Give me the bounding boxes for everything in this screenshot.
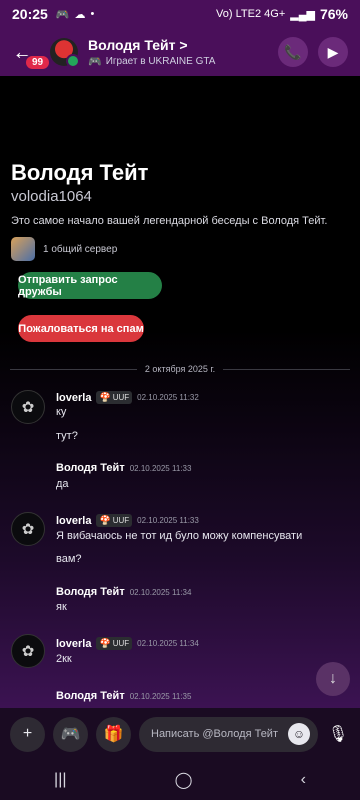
gift-icon: 🎁	[103, 726, 124, 743]
notification-icons: 🎮 ☁ •	[56, 8, 95, 21]
add-attachment-button[interactable]: +	[10, 716, 45, 752]
activity-status: 🎮 Играет в UKRAINE GTA	[88, 55, 268, 68]
header-username[interactable]: Володя Тейт >	[88, 37, 268, 53]
message-author[interactable]: loverla	[56, 515, 91, 527]
server-tag[interactable]: 🍄 UUF	[96, 514, 133, 527]
server-tag[interactable]: 🍄 UUF	[96, 391, 133, 404]
gamepad-icon: 🎮	[60, 726, 81, 743]
more-dot-icon: •	[90, 7, 95, 20]
activities-button[interactable]: 🎮	[53, 716, 88, 752]
message-timestamp: 02.10.2025 11:34	[137, 639, 199, 648]
message-header: Володя Тейт 02.10.2025 11:33	[56, 462, 191, 474]
unread-badge: 99	[24, 54, 52, 71]
message-author[interactable]: Володя Тейт	[56, 690, 125, 702]
send-friend-request-button[interactable]: Отправить запрос дружбы	[18, 272, 162, 299]
message-text[interactable]: ку	[56, 406, 66, 418]
activity-text: Играет в UKRAINE GTA	[105, 55, 216, 67]
message-text[interactable]: 2кк	[56, 653, 72, 665]
message-timestamp: 02.10.2025 11:35	[129, 691, 192, 701]
status-right: Vo) LTE2 4G+ ▂▄▆ 76%	[216, 6, 348, 22]
signal-icon: ▂▄▆	[290, 8, 315, 21]
mushroom-icon: 🍄	[99, 638, 111, 648]
mushroom-icon: 🍄	[99, 392, 111, 402]
message-input[interactable]: Написать @Володя Тейт ☺	[139, 716, 318, 752]
message-author[interactable]: loverla	[56, 392, 91, 404]
report-spam-button[interactable]: Пожаловаться на спам	[18, 315, 144, 342]
message-header: loverla 🍄 UUF 02.10.2025 11:33	[56, 514, 199, 527]
date-divider: 2 октября 2025 г.	[10, 362, 350, 376]
message-header: loverla 🍄 UUF 02.10.2025 11:34	[56, 637, 199, 650]
message-composer: + 🎮 🎁 Написать @Володя Тейт ☺ 🎙	[0, 708, 360, 760]
cloud-icon: ☁	[74, 8, 86, 21]
emoji-icon[interactable]: ☺	[288, 723, 310, 745]
video-call-button[interactable]: ▶	[318, 37, 348, 67]
avatar[interactable]: ✿	[11, 634, 45, 668]
chat-header: ← 99 Володя Тейт > 🎮 Играет в UKRAINE GT…	[0, 28, 360, 76]
plus-icon: +	[22, 725, 33, 742]
microphone-icon[interactable]: 🎙	[326, 724, 350, 744]
message-header: Володя Тейт 02.10.2025 11:35	[56, 690, 191, 702]
message-text[interactable]: да	[56, 478, 69, 490]
gift-button[interactable]: 🎁	[96, 716, 131, 752]
video-camera-icon: ▶	[327, 43, 339, 60]
avatar[interactable]: ✿	[11, 390, 45, 424]
avatar[interactable]: ✿	[11, 512, 45, 546]
message-placeholder[interactable]: Написать @Володя Тейт	[151, 728, 288, 740]
system-nav-bar: ||| ◯ ‹	[0, 760, 360, 800]
gamepad-icon: 🎮	[88, 55, 102, 68]
header-user-info[interactable]: Володя Тейт > 🎮 Играет в UKRAINE GTA	[88, 37, 268, 68]
mutual-servers[interactable]: 1 общий сервер	[11, 237, 351, 261]
server-icon	[11, 237, 35, 261]
back-icon[interactable]: ‹	[301, 771, 306, 789]
message-timestamp: 02.10.2025 11:32	[137, 393, 199, 402]
mutual-servers-label: 1 общий сервер	[43, 243, 118, 255]
message-header: Володя Тейт 02.10.2025 11:34	[56, 586, 191, 598]
home-icon[interactable]: ◯	[175, 770, 193, 790]
recent-apps-icon[interactable]: |||	[54, 771, 66, 789]
message-timestamp: 02.10.2025 11:34	[129, 587, 192, 597]
network-indicator: Vo) LTE2 4G+	[216, 8, 286, 20]
game-controller-icon: 🎮	[55, 8, 70, 21]
battery-level: 76%	[319, 6, 348, 22]
message-author[interactable]: Володя Тейт	[56, 462, 125, 474]
arrow-down-icon: ↓	[329, 670, 337, 687]
message-text[interactable]: як	[56, 601, 67, 613]
message-text[interactable]: Я вибачаюсь не тот ид було можу компенсу…	[56, 530, 302, 542]
message-timestamp: 02.10.2025 11:33	[129, 463, 192, 473]
message-author[interactable]: Володя Тейт	[56, 586, 125, 598]
intro-username: volodia1064	[11, 188, 92, 205]
divider-line	[10, 368, 137, 370]
status-bar: 20:25 🎮 ☁ • Vo) LTE2 4G+ ▂▄▆ 76%	[0, 0, 360, 28]
conversation-intro: Володя Тейт volodia1064 Это самое начало…	[11, 160, 351, 261]
intro-display-name: Володя Тейт	[11, 160, 149, 185]
phone-call-icon: 📞	[284, 43, 302, 60]
server-tag[interactable]: 🍄 UUF	[96, 637, 133, 650]
message-author[interactable]: loverla	[56, 638, 91, 650]
message-text[interactable]: вам?	[56, 553, 82, 565]
avatar[interactable]	[50, 38, 80, 68]
message-header: loverla 🍄 UUF 02.10.2025 11:32	[56, 391, 199, 404]
status-time: 20:25	[12, 6, 48, 22]
jump-to-bottom-button[interactable]: ↓	[316, 662, 350, 696]
divider-line	[223, 368, 350, 370]
date-label: 2 октября 2025 г.	[144, 364, 216, 374]
message-text[interactable]: тут?	[56, 430, 78, 442]
mushroom-icon: 🍄	[99, 515, 111, 525]
intro-description: Это самое начало вашей легендарной бесед…	[11, 215, 328, 227]
message-timestamp: 02.10.2025 11:33	[137, 516, 199, 525]
call-button[interactable]: 📞	[278, 37, 308, 67]
